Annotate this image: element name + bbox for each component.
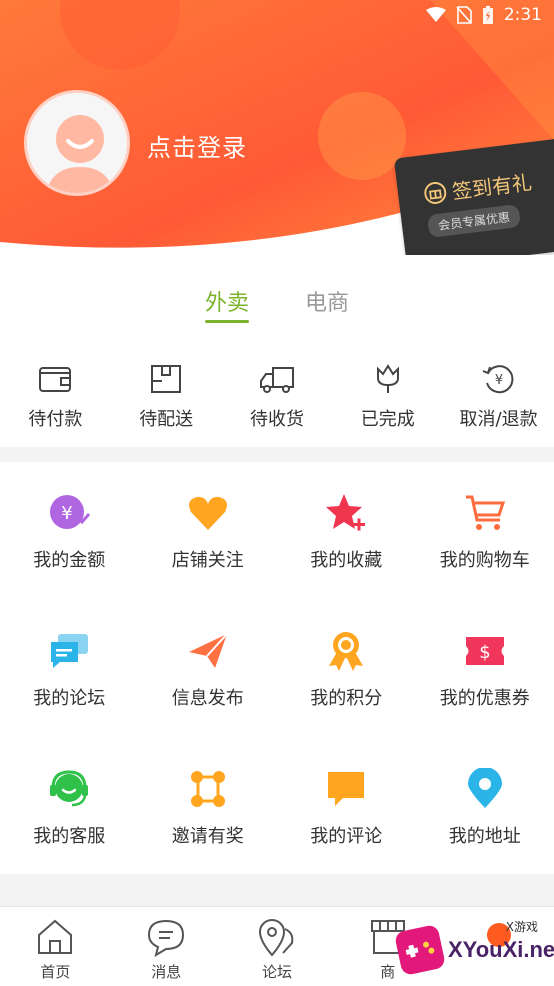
grid-item-publish[interactable]: 信息发布 (139, 600, 278, 738)
gamepad-logo-icon (393, 923, 447, 977)
order-refund[interactable]: ¥ 取消/退款 (443, 363, 554, 431)
tab-ecommerce[interactable]: 电商 (305, 285, 349, 323)
message-icon (148, 919, 185, 957)
medal-icon (329, 632, 364, 671)
signin-card[interactable]: 签到有礼 会员专属优惠 (393, 138, 554, 255)
nav-label: 消息 (151, 963, 182, 981)
watermark-text: XYouXi.net (448, 937, 554, 962)
comment-icon (328, 772, 365, 806)
no-sim-icon (456, 6, 472, 24)
svg-text:¥: ¥ (62, 503, 73, 524)
home-icon (38, 919, 73, 954)
order-pending-delivery[interactable]: 待配送 (111, 363, 222, 431)
nav-home[interactable]: 首页 (0, 907, 111, 986)
orders-section: 外卖 电商 待付款 待配送 待收货 已完成 ¥ 取消/退款 (0, 255, 554, 447)
grid-item-reviews[interactable]: 我的评论 (277, 738, 416, 876)
order-type-tabs: 外卖 电商 (0, 285, 554, 323)
nav-forum[interactable]: 论坛 (222, 907, 333, 986)
order-pending-payment[interactable]: 待付款 (0, 363, 111, 431)
services-grid-section: ¥ 我的金额 店铺关注 我的收藏 我的购物车 我的论坛 信息发布 我的积分 $ … (0, 462, 554, 874)
grid-label: 信息发布 (171, 688, 244, 709)
grid-item-address[interactable]: 我的地址 (416, 738, 554, 876)
signin-title-text: 签到有礼 (450, 170, 534, 204)
order-label: 待收货 (249, 409, 304, 430)
grid-item-balance[interactable]: ¥ 我的金额 (0, 462, 139, 600)
order-completed[interactable]: 已完成 (332, 363, 443, 431)
nav-label: 商 (380, 963, 396, 981)
services-grid: ¥ 我的金额 店铺关注 我的收藏 我的购物车 我的论坛 信息发布 我的积分 $ … (0, 462, 554, 876)
order-status-row: 待付款 待配送 待收货 已完成 ¥ 取消/退款 (0, 363, 554, 431)
coupon-icon: $ (465, 637, 504, 665)
grid-label: 我的收藏 (310, 550, 383, 571)
grid-item-invite[interactable]: 邀请有奖 (139, 738, 278, 876)
network-icon (190, 771, 225, 807)
package-icon (151, 365, 182, 393)
forum-icon (258, 919, 294, 957)
grid-item-coupons[interactable]: $ 我的优惠券 (416, 600, 554, 738)
login-link[interactable]: 点击登录 (147, 128, 247, 163)
status-time: 2:31 (503, 5, 542, 25)
cart-icon (465, 495, 505, 530)
status-bar: 2:31 (425, 0, 554, 30)
watermark-small-text: X游戏 (505, 920, 538, 934)
profile-header: 2:31 点击登录 签到有礼 会员专属优惠 (0, 0, 554, 255)
grid-label: 我的金额 (33, 550, 106, 571)
watermark: XYouXi.net X游戏 (393, 920, 554, 980)
grid-label: 店铺关注 (171, 550, 244, 571)
nav-messages[interactable]: 消息 (111, 907, 222, 986)
refund-icon: ¥ (482, 365, 513, 394)
battery-icon (482, 6, 493, 24)
money-icon: ¥ (50, 495, 91, 529)
grid-label: 我的地址 (448, 826, 521, 847)
grid-label: 邀请有奖 (171, 826, 244, 847)
svg-text:$: $ (479, 642, 490, 663)
grid-item-customer-service[interactable]: 我的客服 (0, 738, 139, 876)
signin-card-title: 签到有礼 (423, 166, 534, 208)
grid-label: 我的客服 (33, 826, 106, 847)
grid-label: 我的评论 (310, 826, 383, 847)
grid-label: 我的优惠券 (439, 688, 530, 709)
heart-icon (188, 496, 227, 530)
truck-icon (259, 367, 294, 393)
paper-plane-icon (188, 633, 228, 668)
grid-item-cart[interactable]: 我的购物车 (416, 462, 554, 600)
order-label: 待配送 (139, 409, 194, 430)
svg-text:¥: ¥ (494, 373, 502, 388)
chat-icon (51, 634, 89, 668)
grid-item-points[interactable]: 我的积分 (277, 600, 416, 738)
grid-label: 我的积分 (310, 688, 383, 709)
avatar[interactable] (24, 90, 130, 196)
order-label: 已完成 (360, 409, 415, 430)
gift-icon (424, 181, 447, 204)
order-pending-receipt[interactable]: 待收货 (222, 363, 333, 431)
grid-label: 我的论坛 (33, 688, 106, 709)
grid-label: 我的购物车 (439, 550, 530, 571)
headset-icon (50, 770, 89, 807)
order-label: 取消/退款 (459, 409, 538, 430)
order-label: 待付款 (28, 409, 83, 430)
tab-takeout[interactable]: 外卖 (204, 285, 250, 323)
wifi-icon (425, 7, 446, 22)
grid-item-followed-stores[interactable]: 店铺关注 (139, 462, 278, 600)
nav-label: 首页 (40, 963, 71, 981)
flower-icon (376, 364, 399, 393)
nav-label: 论坛 (261, 963, 292, 981)
location-icon (467, 768, 502, 808)
grid-item-favorites[interactable]: 我的收藏 (277, 462, 416, 600)
wallet-icon (39, 367, 72, 392)
star-icon (326, 494, 366, 531)
signin-card-subtitle: 会员专属优惠 (426, 203, 522, 238)
grid-item-forum[interactable]: 我的论坛 (0, 600, 139, 738)
